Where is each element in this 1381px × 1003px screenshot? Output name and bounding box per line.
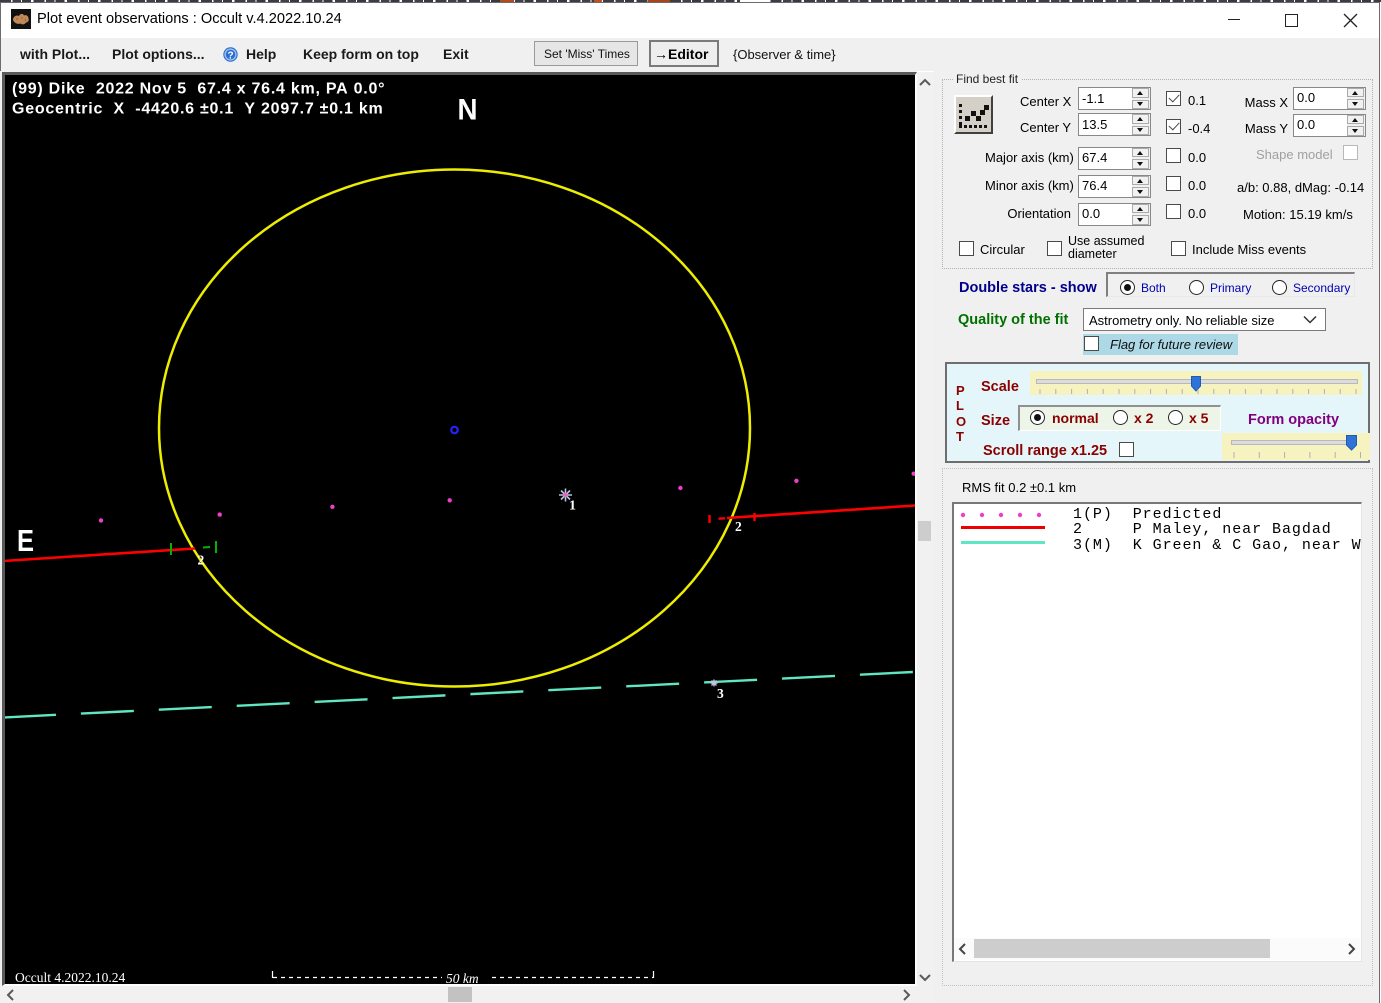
svg-text:Geocentric X -4420.6 ±0.1 Y: Geocentric X -4420.6 ±0.1 Y 2097.7 ±0.1 … — [12, 101, 384, 118]
svg-text:E: E — [17, 523, 34, 558]
svg-text:(99) Dike 2022 Nov 5 67.4 x: (99) Dike 2022 Nov 5 67.4 x 76.4 km, PA … — [12, 81, 385, 98]
svg-text:1: 1 — [569, 499, 576, 514]
svg-text:?: ? — [227, 51, 233, 62]
svg-text:2: 2 — [735, 519, 742, 534]
svg-text:2: 2 — [198, 553, 205, 568]
svg-text:Occult 4.2022.10.24: Occult 4.2022.10.24 — [15, 970, 125, 984]
svg-text:50 km: 50 km — [446, 971, 479, 984]
svg-text:3: 3 — [717, 686, 724, 701]
svg-text:N: N — [458, 94, 478, 127]
